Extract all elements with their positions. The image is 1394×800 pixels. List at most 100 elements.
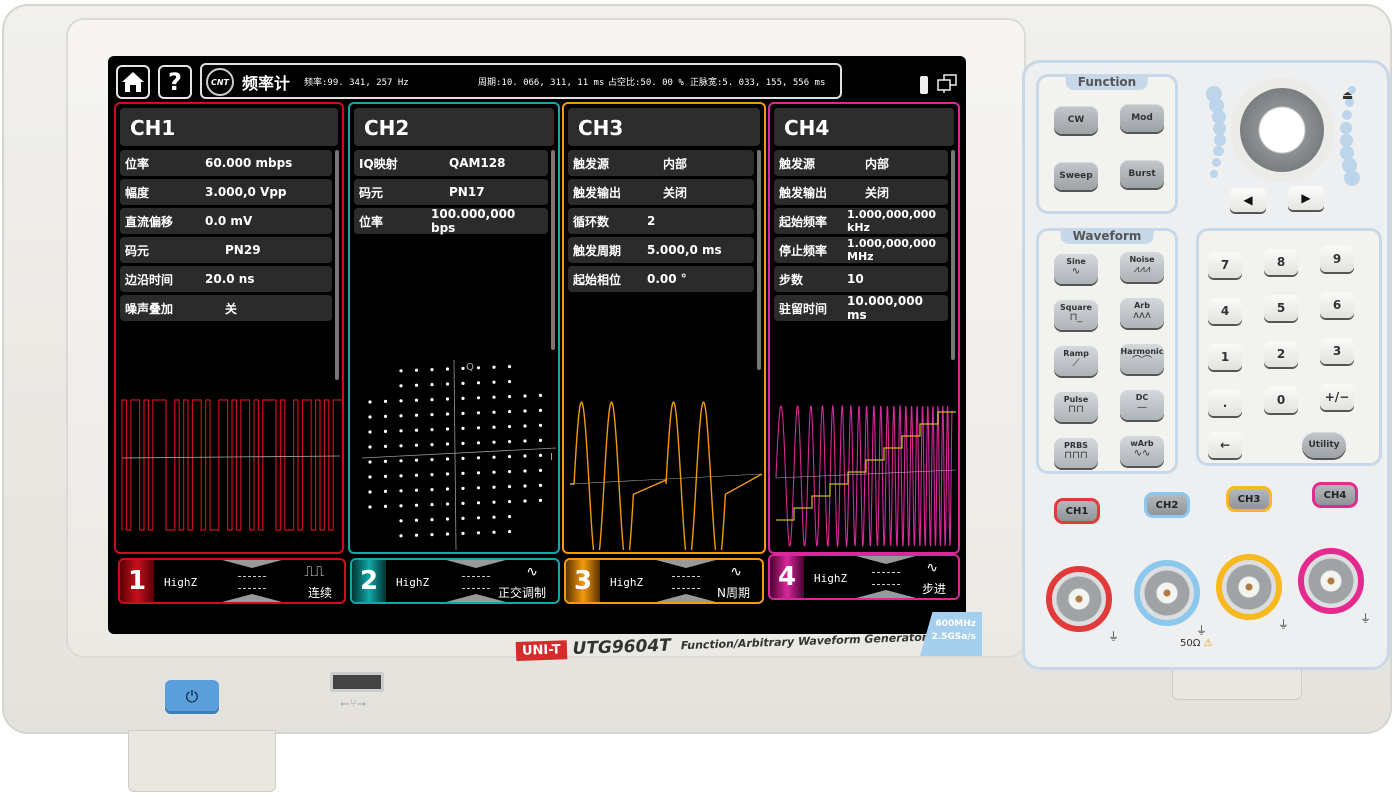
numpad-key[interactable]: 3 [1320, 338, 1354, 364]
ch1-bnc-output[interactable] [1046, 566, 1112, 632]
constellation-point [399, 489, 403, 493]
help-button[interactable]: ? [158, 65, 192, 99]
ch2-bnc-output[interactable] [1134, 560, 1200, 626]
backspace-button[interactable]: ← [1208, 432, 1242, 458]
home-button[interactable] [116, 65, 150, 99]
constellation-point [507, 530, 512, 534]
ch1-button[interactable]: CH1 [1054, 498, 1100, 524]
param-row[interactable]: 触发周期 5.000,0 ms [568, 237, 754, 263]
noise-button[interactable]: Noise ⩘⩘⩘ [1120, 252, 1164, 282]
arb-button[interactable]: Arb ᴧᴧᴧ [1120, 298, 1164, 328]
right-arrow-button[interactable]: ▶ [1288, 186, 1324, 210]
scrollbar[interactable] [757, 150, 761, 370]
constellation-point [538, 453, 543, 457]
harmonic-button[interactable]: Harmonic ⌒⌒ [1120, 344, 1164, 374]
constellation-point [430, 533, 434, 537]
square-icon: ⊓_ [1069, 312, 1083, 323]
numpad-key[interactable]: 4 [1208, 298, 1242, 324]
power-button[interactable]: ⏻ [165, 680, 219, 714]
param-row[interactable]: 停止频率 1.000,000,000 MHz [774, 237, 948, 263]
parameter-list: 触发源 内部 触发输出 关闭 起始频率 1.000,000,000 kHz 停止频率 1… [774, 150, 948, 324]
model-name: UTG9604T [572, 635, 672, 660]
param-row[interactable]: 触发源 内部 [774, 150, 948, 176]
param-row[interactable]: 码元 PN17 [354, 179, 548, 205]
constellation-point [383, 474, 388, 478]
param-row[interactable]: 直流偏移 0.0 mV [120, 208, 332, 234]
param-row[interactable]: 触发输出 关闭 [774, 179, 948, 205]
ch3-bnc-output[interactable] [1216, 554, 1282, 620]
impedance: HighZ [814, 572, 848, 585]
param-row[interactable]: IQ映射 QAM128 [354, 150, 548, 176]
param-row[interactable]: 位率 60.000 mbps [120, 150, 332, 176]
param-row[interactable]: 边沿时间 20.0 ns [120, 266, 332, 292]
param-row[interactable]: 触发输出 关闭 [568, 179, 754, 205]
numpad-key[interactable]: 2 [1264, 341, 1298, 367]
brand-logo: UNI-T [515, 639, 567, 661]
param-row[interactable]: 驻留时间 10.000,000 ms [774, 294, 948, 322]
ch4-bnc-output[interactable] [1298, 548, 1364, 614]
ch4-button[interactable]: CH4 [1312, 482, 1358, 508]
channel-4-status[interactable]: 4 HighZ ∿ 步进 [768, 554, 960, 600]
ch3-button[interactable]: CH3 [1226, 486, 1272, 512]
scrollbar[interactable] [951, 150, 955, 360]
sweep-trace [775, 404, 953, 549]
channel-3-status[interactable]: 3 HighZ ∿ N周期 [564, 558, 764, 604]
numpad-key[interactable]: 8 [1264, 249, 1298, 275]
param-row[interactable]: 幅度 3.000,0 Vpp [120, 179, 332, 205]
numpad-key[interactable]: 6 [1320, 292, 1354, 318]
pulse-button[interactable]: Pulse ⊓⊓ [1054, 392, 1098, 422]
numpad-key[interactable]: +/− [1320, 384, 1354, 410]
prbs-button[interactable]: PRBS ⊓⊓⊓ [1054, 438, 1098, 468]
channel-1-panel[interactable]: CH1 位率 60.000 mbps 幅度 3.000,0 Vpp 直流偏移 0.0 … [114, 102, 344, 554]
cw-button[interactable]: CW [1054, 106, 1098, 134]
channel-2-status[interactable]: 2 HighZ ∿ 正交调制 [350, 558, 560, 604]
channel-number: 1 [120, 560, 154, 602]
low-level-icon [222, 594, 282, 602]
param-row[interactable]: 起始频率 1.000,000,000 kHz [774, 208, 948, 234]
burst-button[interactable]: Burst [1120, 160, 1164, 188]
constellation-point [492, 365, 496, 369]
mod-button[interactable]: Mod [1120, 104, 1164, 132]
constellation-point [492, 380, 496, 384]
numpad-key[interactable]: 7 [1208, 252, 1242, 278]
parameter-list: IQ映射 QAM128 码元 PN17 位率 100.000,000 bps [354, 150, 548, 237]
parameter-list: 触发源 内部 触发输出 关闭 循环数 2 触发周期 5.000,0 ms 起始相位 0.0… [568, 150, 754, 295]
usb-port[interactable] [330, 672, 384, 692]
numpad-key[interactable]: 1 [1208, 344, 1242, 370]
rotary-knob[interactable] [1240, 88, 1324, 172]
constellation-point [368, 505, 372, 509]
numpad-key[interactable]: 9 [1320, 246, 1354, 272]
param-row[interactable]: 码元 PN29 [120, 237, 332, 263]
numpad-key[interactable]: 0 [1264, 387, 1298, 413]
param-row[interactable]: 触发源 内部 [568, 150, 754, 176]
warb-button[interactable]: wArb ∿∿ [1120, 436, 1164, 466]
constellation-point [461, 516, 465, 520]
param-row[interactable]: 噪声叠加关 [120, 295, 332, 321]
constellation-point [445, 487, 450, 491]
constellation-point [414, 518, 419, 522]
param-row[interactable]: 循环数 2 [568, 208, 754, 234]
warning-icon: ⚠ [1203, 638, 1213, 649]
prbs-trace [121, 399, 342, 531]
param-row[interactable]: 起始相位 0.00 ° [568, 266, 754, 292]
sine-button[interactable]: Sine ∿ [1054, 254, 1098, 284]
left-arrow-button[interactable]: ◀ [1230, 188, 1266, 212]
param-row[interactable]: 步数 10 [774, 266, 948, 292]
channel-4-panel[interactable]: CH4 触发源 内部 触发输出 关闭 起始频率 1.000,000,000 kHz 停… [768, 102, 960, 554]
square-button[interactable]: Square ⊓_ [1054, 300, 1098, 330]
frequency-counter-bar[interactable]: CNT 频率计 频率:99. 341, 257 Hz 周期:10. 066, 3… [200, 63, 842, 99]
channel-1-status[interactable]: 1 HighZ ⎍⎍ 连续 [118, 558, 346, 604]
scrollbar[interactable] [335, 150, 339, 380]
ramp-button[interactable]: Ramp ⟋ [1054, 346, 1098, 376]
numpad-key[interactable]: 5 [1264, 295, 1298, 321]
dc-button[interactable]: DC — [1120, 390, 1164, 420]
ch2-button[interactable]: CH2 [1144, 492, 1190, 518]
constellation-point [445, 442, 450, 446]
utility-button[interactable]: Utility [1302, 432, 1346, 458]
param-row[interactable]: 位率 100.000,000 bps [354, 207, 548, 235]
channel-3-panel[interactable]: CH3 触发源 内部 触发输出 关闭 循环数 2 触发周期 5.000,0 ms 起始相… [562, 102, 766, 554]
channel-2-panel[interactable]: CH2 IQ映射 QAM128 码元 PN17 位率 100.000,000 bps … [348, 102, 560, 554]
scrollbar[interactable] [551, 150, 555, 350]
numpad-key[interactable]: . [1208, 390, 1242, 416]
sweep-button[interactable]: Sweep [1054, 162, 1098, 190]
